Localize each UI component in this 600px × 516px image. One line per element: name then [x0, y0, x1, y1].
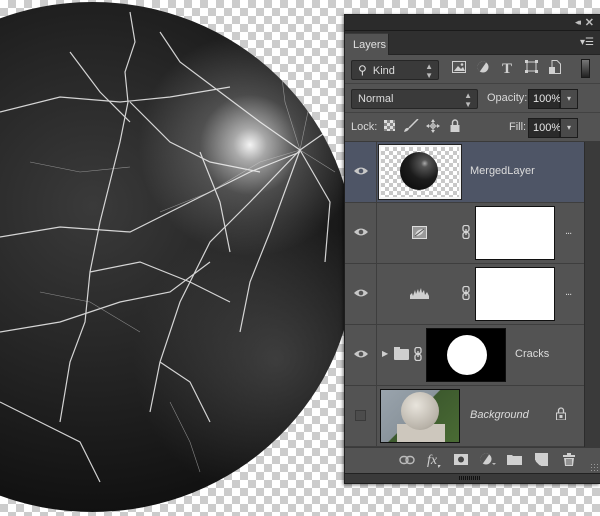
folder-icon — [394, 347, 409, 360]
layer-mask-thumbnail[interactable] — [475, 206, 555, 260]
opacity-dropdown-button[interactable]: ▾ — [560, 89, 578, 109]
add-mask-icon[interactable] — [447, 453, 474, 469]
layer-mask-thumbnail[interactable] — [475, 267, 555, 321]
updown-arrows-icon: ▲ ▼ — [464, 91, 472, 109]
delete-layer-trash-icon[interactable] — [555, 453, 582, 469]
link-mask-icon[interactable] — [462, 285, 470, 303]
layer-thumbnail[interactable] — [378, 144, 462, 200]
layer-row-cracks-group[interactable]: ▶ Cracks — [345, 325, 585, 386]
layers-panel: ◂◂ ✕ Layers ▾☰ ⚲ Kind ▲ ▼ T Normal ▲ ▼ O… — [344, 14, 600, 484]
lock-transparent-pixels-icon[interactable] — [381, 119, 397, 135]
panel-footer — [345, 473, 600, 483]
expand-group-arrow-icon[interactable]: ▶ — [382, 349, 388, 358]
more-icon: ... — [565, 225, 572, 237]
blend-row: Normal ▲ ▼ Opacity: 100% ▾ — [345, 84, 600, 113]
lock-row: Lock: Fill: 100% ▾ — [345, 113, 600, 142]
eye-icon[interactable] — [354, 227, 368, 237]
filter-kind-select[interactable]: ⚲ Kind ▲ ▼ — [351, 60, 439, 80]
visibility-column — [345, 386, 377, 446]
updown-arrows-icon: ▲ ▼ — [425, 62, 433, 80]
layer-row-levels[interactable]: ... — [345, 264, 585, 325]
photo-stone-ball — [401, 392, 439, 430]
search-icon: ⚲ — [358, 63, 367, 77]
tab-layers[interactable]: Layers — [345, 33, 389, 55]
layers-list: MergedLayer ... ... ▶ Cracks Background — [345, 142, 585, 447]
blend-mode-value: Normal — [358, 93, 394, 105]
layers-scrollbar[interactable] — [584, 142, 600, 471]
panel-tab-bar: Layers ▾☰ — [345, 31, 600, 55]
type-filter-icon[interactable]: T — [495, 60, 519, 78]
adjustment-filter-icon[interactable] — [471, 60, 495, 78]
smart-object-filter-icon[interactable] — [543, 60, 567, 78]
link-mask-icon[interactable] — [462, 224, 470, 242]
lock-icons — [381, 118, 463, 135]
blend-mode-select[interactable]: Normal ▲ ▼ — [351, 89, 478, 109]
panel-resize-grip[interactable] — [590, 463, 598, 471]
layer-name[interactable]: MergedLayer — [470, 165, 535, 177]
link-mask-icon[interactable] — [414, 346, 422, 364]
layer-row-hue-saturation[interactable]: ... — [345, 203, 585, 264]
sphere-thumbnail-image — [400, 152, 438, 190]
crack-lines — [0, 11, 341, 483]
shape-filter-icon[interactable] — [519, 60, 543, 78]
panel-drag-handle[interactable] — [459, 476, 481, 480]
filter-kind-label: Kind — [372, 65, 395, 77]
lock-position-move-icon[interactable] — [425, 119, 441, 135]
layers-list-area: MergedLayer ... ... ▶ Cracks Background — [345, 142, 600, 471]
new-group-folder-icon[interactable] — [501, 453, 528, 469]
visibility-column — [345, 142, 377, 202]
layer-row-background[interactable]: Background — [345, 386, 585, 447]
visibility-column — [345, 264, 377, 324]
new-layer-icon[interactable] — [528, 453, 555, 469]
group-mask-thumbnail[interactable] — [426, 328, 506, 382]
fill-label: Fill: — [509, 121, 527, 133]
more-icon: ... — [565, 286, 572, 298]
layer-name[interactable]: Cracks — [515, 348, 549, 360]
cracked-sphere-image — [0, 2, 355, 512]
lock-all-icon[interactable] — [447, 119, 463, 135]
lock-label: Lock: — [351, 121, 378, 133]
eye-icon[interactable] — [354, 166, 368, 176]
panel-title-bar: ◂◂ ✕ — [345, 15, 600, 31]
hue-saturation-adjustment-icon[interactable] — [412, 226, 427, 242]
fill-dropdown-button[interactable]: ▾ — [560, 118, 578, 138]
mask-circle-shape — [447, 335, 487, 375]
visibility-column — [345, 203, 377, 263]
visibility-toggle-off[interactable] — [355, 410, 366, 421]
close-panel-icon[interactable]: ✕ — [585, 16, 594, 29]
filter-toggle-switch[interactable] — [581, 59, 590, 78]
filter-icons: T — [447, 60, 567, 78]
new-fill-adjustment-layer-icon[interactable] — [474, 453, 501, 469]
link-layers-icon[interactable] — [393, 453, 420, 469]
layer-name[interactable]: Background — [470, 409, 529, 421]
levels-adjustment-icon[interactable] — [410, 287, 429, 302]
visibility-column — [345, 325, 377, 385]
lock-image-pixels-brush-icon[interactable] — [403, 118, 419, 135]
layer-lock-icon — [556, 407, 566, 423]
opacity-input[interactable]: 100% — [528, 89, 561, 109]
eye-icon[interactable] — [354, 288, 368, 298]
layer-row-mergedlayer[interactable]: MergedLayer — [345, 142, 585, 203]
panel-menu-icon[interactable]: ▾☰ — [580, 37, 594, 48]
eye-icon[interactable] — [354, 349, 368, 359]
filter-row: ⚲ Kind ▲ ▼ T — [345, 55, 600, 84]
collapse-panel-icon[interactable]: ◂◂ — [575, 17, 581, 28]
layers-bottom-toolbar: fx▾ — [345, 447, 600, 473]
add-layer-style-fx-icon[interactable]: fx▾ — [420, 453, 447, 470]
fill-input[interactable]: 100% — [528, 118, 561, 138]
pixel-filter-icon[interactable] — [447, 60, 471, 78]
opacity-label: Opacity: — [487, 92, 528, 104]
layer-thumbnail[interactable] — [380, 389, 460, 443]
